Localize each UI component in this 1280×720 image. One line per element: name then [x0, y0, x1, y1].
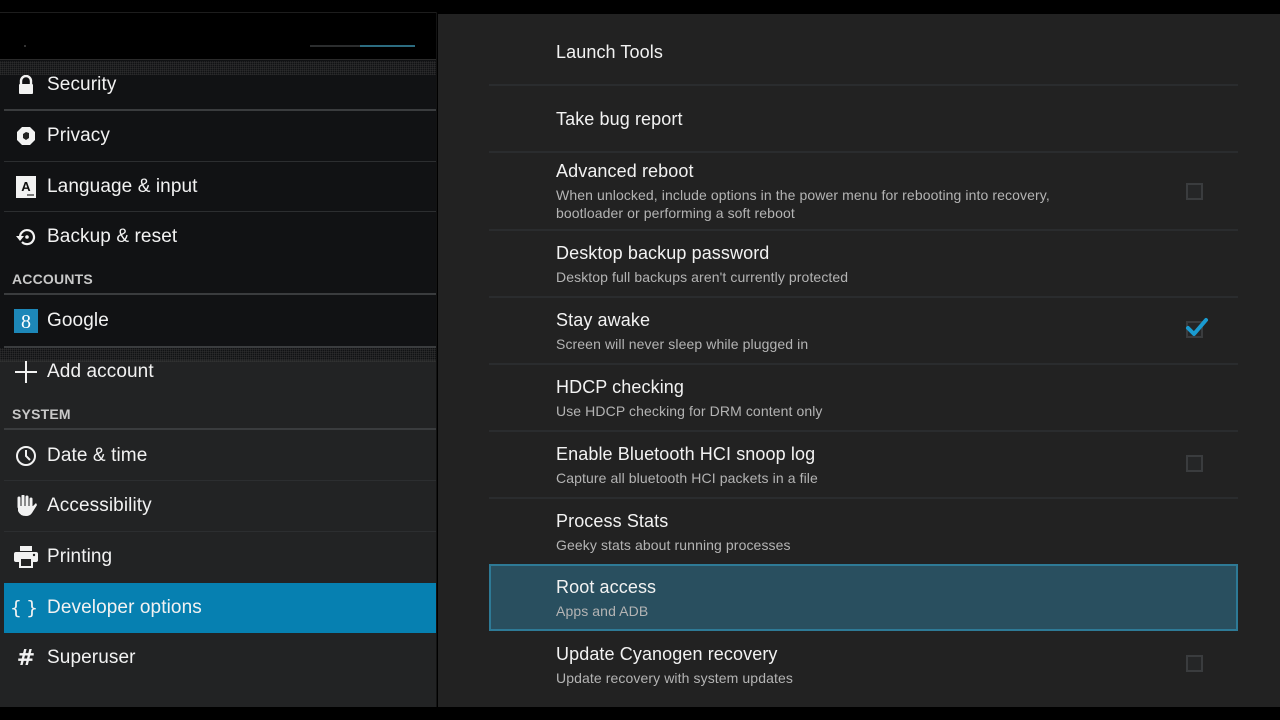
update-recovery-checkbox[interactable] — [1186, 655, 1203, 672]
sidebar-item-label: Privacy — [47, 125, 110, 146]
sidebar-item-label: Date & time — [47, 445, 148, 466]
settings-sidebar: Security Privacy A Language & input Back… — [0, 12, 437, 707]
sidebar-item-label: Superuser — [47, 647, 136, 668]
section-header-system: SYSTEM — [12, 406, 71, 422]
lock-icon — [6, 60, 46, 110]
pref-title: Launch Tools — [556, 42, 663, 62]
clock-icon — [6, 431, 46, 481]
pref-title: HDCP checking — [556, 377, 685, 397]
pref-desktop-backup-password[interactable]: Desktop backup password Desktop full bac… — [489, 231, 1238, 297]
sidebar-item-label: Accessibility — [47, 495, 152, 516]
pref-title: Stay awake — [556, 310, 651, 330]
sidebar-header-area — [0, 12, 436, 60]
sidebar-item-google[interactable]: 8 Google — [4, 296, 436, 346]
sidebar-item-language-input[interactable]: A Language & input — [4, 162, 436, 212]
pref-summary: Screen will never sleep while plugged in — [556, 336, 809, 352]
pref-summary-line1: When unlocked, include options in the po… — [556, 187, 1050, 203]
pref-title: Enable Bluetooth HCI snoop log — [556, 444, 816, 464]
section-header-accounts: ACCOUNTS — [12, 271, 93, 287]
pref-summary: Update recovery with system updates — [556, 670, 793, 686]
sidebar-item-label: Printing — [47, 546, 113, 567]
sidebar-item-privacy[interactable]: Privacy — [4, 111, 436, 161]
hash-icon: # — [16, 645, 36, 671]
pref-summary: Use HDCP checking for DRM content only — [556, 403, 823, 419]
pref-title: Advanced reboot — [556, 161, 694, 181]
sidebar-item-developer-options[interactable]: {} Developer options — [4, 583, 436, 633]
sidebar-item-date-time[interactable]: Date & time — [4, 431, 436, 481]
scroll-indicator-fill — [360, 45, 415, 47]
pref-title: Root access — [556, 577, 657, 597]
pref-title: Update Cyanogen recovery — [556, 644, 778, 664]
braces-icon: {} — [9, 597, 43, 619]
plus-icon — [6, 347, 46, 397]
scroll-indicator[interactable] — [310, 45, 415, 47]
pref-take-bug-report[interactable]: Take bug report — [489, 86, 1238, 152]
sidebar-item-label: Backup & reset — [47, 226, 178, 247]
pref-bluetooth-hci-snoop-log[interactable]: Enable Bluetooth HCI snoop log Capture a… — [489, 432, 1238, 498]
checkmark-icon — [1186, 318, 1208, 336]
advanced-reboot-checkbox[interactable] — [1186, 183, 1203, 200]
pref-summary: Desktop full backups aren't currently pr… — [556, 269, 849, 285]
sidebar-item-add-account[interactable]: Add account — [4, 347, 436, 397]
pref-stay-awake[interactable]: Stay awake Screen will never sleep while… — [489, 298, 1238, 364]
backup-restore-icon — [6, 212, 46, 262]
pref-title: Desktop backup password — [556, 243, 770, 263]
sidebar-item-backup-reset[interactable]: Backup & reset — [4, 212, 436, 262]
sidebar-item-label: Google — [47, 310, 109, 331]
pref-summary: Apps and ADB — [556, 603, 649, 619]
pref-root-access[interactable]: Root access Apps and ADB — [489, 564, 1238, 631]
pref-hdcp-checking[interactable]: HDCP checking Use HDCP checking for DRM … — [489, 365, 1238, 431]
sidebar-item-superuser[interactable]: # Superuser — [4, 633, 436, 683]
sidebar-item-accessibility[interactable]: Accessibility — [4, 481, 436, 531]
sidebar-item-printing[interactable]: Printing — [4, 532, 436, 582]
keyboard-language-icon: A — [6, 162, 46, 212]
sidebar-item-label: Developer options — [47, 597, 202, 618]
svg-text:A: A — [21, 179, 31, 194]
section-divider — [4, 293, 436, 295]
bottom-edge — [0, 707, 1280, 720]
section-divider — [4, 428, 436, 430]
sidebar-item-label: Security — [47, 74, 117, 95]
sidebar-item-security[interactable]: Security — [4, 60, 436, 110]
pref-title: Process Stats — [556, 511, 669, 531]
header-dot — [24, 45, 26, 47]
pref-process-stats[interactable]: Process Stats Geeky stats about running … — [489, 499, 1238, 563]
sidebar-item-label: Add account — [47, 361, 154, 382]
pref-summary: Geeky stats about running processes — [556, 537, 791, 553]
pref-update-cyanogen-recovery[interactable]: Update Cyanogen recovery Update recovery… — [489, 632, 1238, 698]
svg-text:8: 8 — [21, 311, 31, 333]
hand-icon — [6, 481, 46, 531]
google-account-icon: 8 — [6, 296, 46, 346]
pref-launch-tools[interactable]: Launch Tools — [489, 14, 1238, 84]
pref-advanced-reboot[interactable]: Advanced reboot When unlocked, include o… — [489, 153, 1238, 230]
pref-title: Take bug report — [556, 109, 683, 129]
sidebar-item-label: Language & input — [47, 176, 198, 197]
pref-summary-line2: bootloader or performing a soft reboot — [556, 205, 795, 221]
stay-awake-checkbox[interactable] — [1186, 318, 1208, 338]
developer-options-list: Launch Tools Take bug report Advanced re… — [438, 14, 1280, 707]
privacy-guard-icon — [6, 111, 46, 161]
pref-summary: Capture all bluetooth HCI packets in a f… — [556, 470, 818, 486]
bluetooth-hci-checkbox[interactable] — [1186, 455, 1203, 472]
printer-icon — [6, 532, 46, 582]
